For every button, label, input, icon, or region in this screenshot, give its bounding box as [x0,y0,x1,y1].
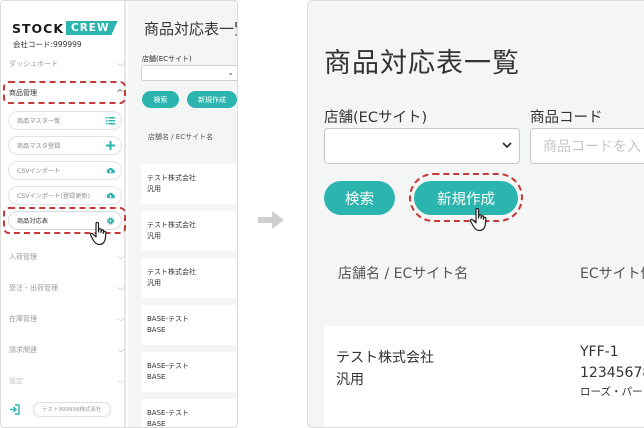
sidebar-item-product-mgmt[interactable]: 商品管理 ^ [9,85,125,101]
page-title: 商品対応表一覧 [324,48,520,79]
sidebar-item-billing[interactable]: 請求関連 ⌵ [9,342,125,358]
logo-crew-text: CREW [66,21,118,35]
row-store-name: テスト株式会社 汎用 [336,350,434,388]
sidebar-item-inventory[interactable]: 在庫管理 ⌵ [9,311,125,327]
right-screenshot-panel: 商品対応表一覧 店舗(ECサイト) 商品コード 商品コードを入 検索 新規作成 … [307,0,644,428]
sidebar-item-dashboard[interactable]: ダッシュボード ⌵ [9,56,125,72]
left-screenshot-panel: STOCK CREW 会社コード:999999 ダッシュボード ⌵ 商品管理 ^… [0,0,238,428]
list-item[interactable]: テスト株式会社 汎用 [141,258,237,298]
sidebar-item-label: ダッシュボード [9,60,58,68]
list-item-text: テスト株式会社 汎用 [147,221,196,240]
list-item[interactable]: BASE-テスト BASE [141,352,237,392]
sidebar-item-label: 商品管理 [9,89,37,97]
company-code: 会社コード:999999 [13,40,82,49]
row-ec-product-name: ローズ・パー [580,386,643,398]
sidebar-item-label: 請求関連 [9,346,37,354]
logout-icon[interactable] [7,402,21,416]
sidebar-item-label: 在庫管理 [9,315,37,323]
sidebar-item-label: 設定 [9,377,23,385]
list-item[interactable]: テスト株式会社 汎用 [141,211,237,251]
store-select[interactable] [324,128,520,164]
chevron-down-icon: ⌵ [116,252,125,261]
logo-stock-text: STOCK [12,20,65,36]
product-code-label: 商品コード [530,110,603,126]
column-header-ec-side: ECサイト側 [580,266,644,282]
column-header-store: 店舗名 / ECサイト名 [148,133,214,141]
chevron-down-icon: ⌄ [227,68,234,77]
sidebar-item-label: 入荷管理 [9,253,37,261]
list-item[interactable]: BASE-テスト BASE [141,399,237,428]
store-select[interactable]: ⌄ [141,65,237,81]
submenu-item-product-master-register[interactable]: 商品マスタ登録 [8,136,122,155]
create-button[interactable]: 新規作成 [414,181,518,215]
submenu-item-csv-import[interactable]: CSVインポート [8,161,122,180]
chevron-down-icon: ⌵ [116,376,125,385]
list-icon [106,116,115,125]
cloud-upload-icon [106,191,115,200]
sidebar-item-receiving[interactable]: 入荷管理 ⌵ [9,249,125,265]
list-item-text: BASE-テスト BASE [147,362,189,381]
submenu-item-label: 商品マスター覧 [17,118,61,125]
list-item[interactable]: テスト株式会社 汎用 [141,164,237,204]
list-item-text: テスト株式会社 汎用 [147,174,196,193]
page-title: 商品対応表一覧 [144,20,237,38]
store-filter-label: 店舗(ECサイト) [324,110,428,126]
submenu-item-label: CSVインポート [17,168,61,175]
chevron-down-icon: ⌵ [116,59,125,68]
left-main-content: 商品対応表一覧 店舗(ECサイト) ⌄ 検索 新規作成 店舗名 / ECサイト名… [128,1,237,428]
create-button[interactable]: 新規作成 [187,91,237,108]
list-item-text: BASE-テスト BASE [147,315,189,334]
search-button[interactable]: 検索 [142,91,179,108]
plus-icon [106,141,115,150]
list-item[interactable]: BASE-テスト BASE [141,305,237,345]
sidebar-item-label: 受注・出荷管理 [9,284,58,292]
submenu-item-label: CSVインポート(登録更新) [17,193,90,200]
chevron-down-icon: ⌵ [116,283,125,292]
sidebar: STOCK CREW 会社コード:999999 ダッシュボード ⌵ 商品管理 ^… [1,1,126,427]
company-name: テスト999999株式会社 [42,407,102,413]
chevron-down-icon: ⌵ [116,345,125,354]
chevron-down-icon [502,142,512,149]
stockcrew-logo[interactable]: STOCK CREW [12,20,118,36]
product-code-input[interactable]: 商品コードを入 [530,128,644,164]
arrow-right-icon [258,211,284,229]
store-filter-label: 店舗(ECサイト) [142,55,192,63]
chevron-up-icon: ^ [115,89,125,97]
hand-pointer-icon [469,207,487,232]
chevron-down-icon: ⌵ [116,314,125,323]
submenu-item-label: 商品対応表 [17,218,48,225]
column-header-store: 店舗名 / ECサイト名 [338,266,469,282]
product-code-placeholder: 商品コードを入 [543,139,641,155]
cloud-upload-icon [106,166,115,175]
list-item-text: BASE-テスト BASE [147,409,189,428]
submenu-item-csv-import-update[interactable]: CSVインポート(登録更新) [8,186,122,205]
sidebar-footer: テスト999999株式会社 [7,400,123,418]
submenu-item-label: 商品マスタ登録 [17,143,61,150]
company-name-pill[interactable]: テスト999999株式会社 [33,401,111,417]
list-item-text: テスト株式会社 汎用 [147,268,196,287]
search-button[interactable]: 検索 [324,181,395,215]
row-ec-code: YFF-112345678 [580,344,644,381]
hand-pointer-icon [89,221,107,246]
sidebar-item-orders-shipping[interactable]: 受注・出荷管理 ⌵ [9,280,125,296]
submenu-item-product-master-list[interactable]: 商品マスター覧 [8,111,122,130]
table-row[interactable]: テスト株式会社汎用 YFF-112345678 ローズ・パー [324,326,644,427]
sidebar-item-settings[interactable]: 設定 ⌵ [9,373,125,389]
